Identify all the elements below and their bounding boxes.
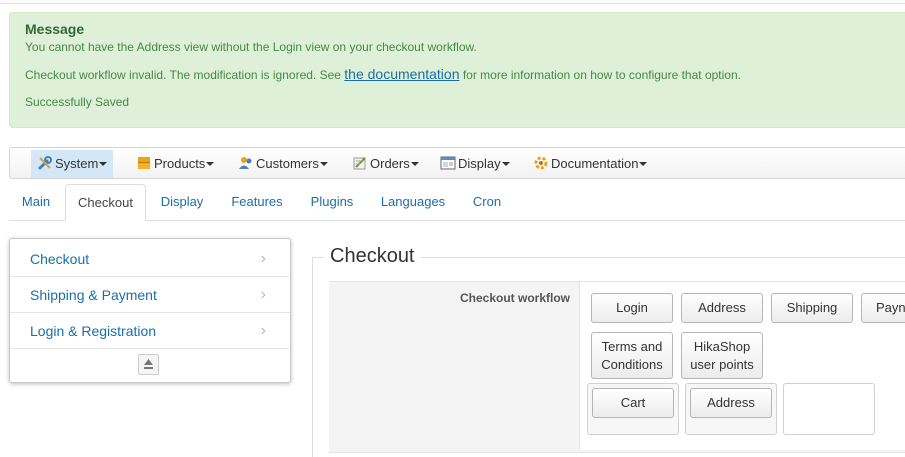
- workflow-view-login[interactable]: Login: [591, 293, 673, 323]
- menu-customers-label: Customers: [256, 156, 319, 171]
- workflow-step-view-address[interactable]: Address: [690, 388, 772, 418]
- workflow-view-payment[interactable]: Payn: [861, 293, 905, 323]
- config-tabs: Main Checkout Display Features Plugins L…: [9, 184, 905, 221]
- chevron-down-icon: [639, 162, 648, 166]
- chevron-down-icon: [206, 162, 215, 166]
- message-line-3: Successfully Saved: [25, 95, 130, 109]
- tab-main[interactable]: Main: [14, 184, 58, 220]
- menu-orders[interactable]: Orders: [346, 150, 425, 178]
- workflow-step-new[interactable]: [783, 383, 875, 435]
- sidebar-item-shipping-payment[interactable]: Shipping & Payment ›: [10, 277, 290, 313]
- menu-products[interactable]: Products: [130, 150, 220, 178]
- menu-display-label: Display: [458, 156, 501, 171]
- message-line-2: Checkout workflow invalid. The modificat…: [25, 66, 905, 83]
- message-line-2-suffix: for more information on how to configure…: [459, 68, 741, 82]
- sidebar-item-checkout[interactable]: Checkout ›: [10, 241, 290, 277]
- documentation-icon: [534, 156, 548, 170]
- chevron-right-icon: ›: [260, 250, 266, 267]
- menu-products-label: Products: [154, 156, 206, 171]
- chevron-down-icon: [501, 162, 510, 166]
- sidebar-item-label: Shipping & Payment: [30, 287, 157, 303]
- checkout-workflow-label: Checkout workflow: [459, 291, 570, 305]
- workflow-view-user-points[interactable]: HikaShop user points: [681, 332, 763, 379]
- top-border: [0, 0, 905, 4]
- sidebar-item-login-registration[interactable]: Login & Registration ›: [10, 313, 290, 349]
- products-icon: [138, 157, 150, 169]
- sidebar-item-label: Login & Registration: [30, 323, 157, 339]
- menu-orders-label: Orders: [370, 156, 410, 171]
- menu-system-label: System: [55, 156, 99, 171]
- documentation-link[interactable]: the documentation: [344, 66, 459, 82]
- menu-display[interactable]: Display: [434, 150, 516, 178]
- message-title: Message: [25, 21, 85, 37]
- tab-features[interactable]: Features: [225, 184, 289, 220]
- workflow-view-terms[interactable]: Terms and Conditions: [591, 332, 673, 379]
- menu-documentation[interactable]: Documentation: [527, 150, 653, 178]
- chevron-right-icon: ›: [260, 322, 266, 339]
- section-sidebar: Checkout › Shipping & Payment › Login & …: [9, 238, 291, 383]
- tab-checkout[interactable]: Checkout: [65, 184, 146, 221]
- chevron-down-icon: [410, 162, 419, 166]
- success-message-box: Message You cannot have the Address view…: [9, 12, 905, 128]
- menu-customers[interactable]: Customers: [232, 150, 334, 178]
- tab-languages[interactable]: Languages: [375, 184, 451, 220]
- fieldset-border-left: [312, 257, 313, 457]
- menu-documentation-label: Documentation: [551, 156, 639, 171]
- tab-plugins[interactable]: Plugins: [305, 184, 359, 220]
- checkout-section-title: Checkout: [324, 245, 421, 268]
- display-icon: [440, 156, 456, 170]
- sidebar-item-label: Checkout: [30, 251, 90, 267]
- workflow-step-view-cart[interactable]: Cart: [592, 388, 674, 418]
- chevron-down-icon: [99, 162, 108, 166]
- chevron-down-icon: [319, 162, 328, 166]
- eject-icon: [144, 359, 153, 369]
- menu-system[interactable]: System: [31, 150, 114, 178]
- workflow-view-address[interactable]: Address: [681, 293, 763, 323]
- customers-icon: [239, 157, 252, 169]
- message-line-1: You cannot have the Address view without…: [25, 40, 477, 54]
- chevron-right-icon: ›: [260, 286, 266, 303]
- tab-display[interactable]: Display: [155, 184, 209, 220]
- orders-icon: [353, 157, 366, 170]
- message-line-2-prefix: Checkout workflow invalid. The modificat…: [25, 68, 345, 82]
- workflow-view-shipping[interactable]: Shipping: [771, 293, 853, 323]
- collapse-sidebar-button[interactable]: [138, 354, 159, 375]
- tab-cron[interactable]: Cron: [467, 184, 507, 220]
- main-menu-bar: System Products Customers Orders Display…: [9, 147, 905, 179]
- wrench-icon: [38, 156, 52, 170]
